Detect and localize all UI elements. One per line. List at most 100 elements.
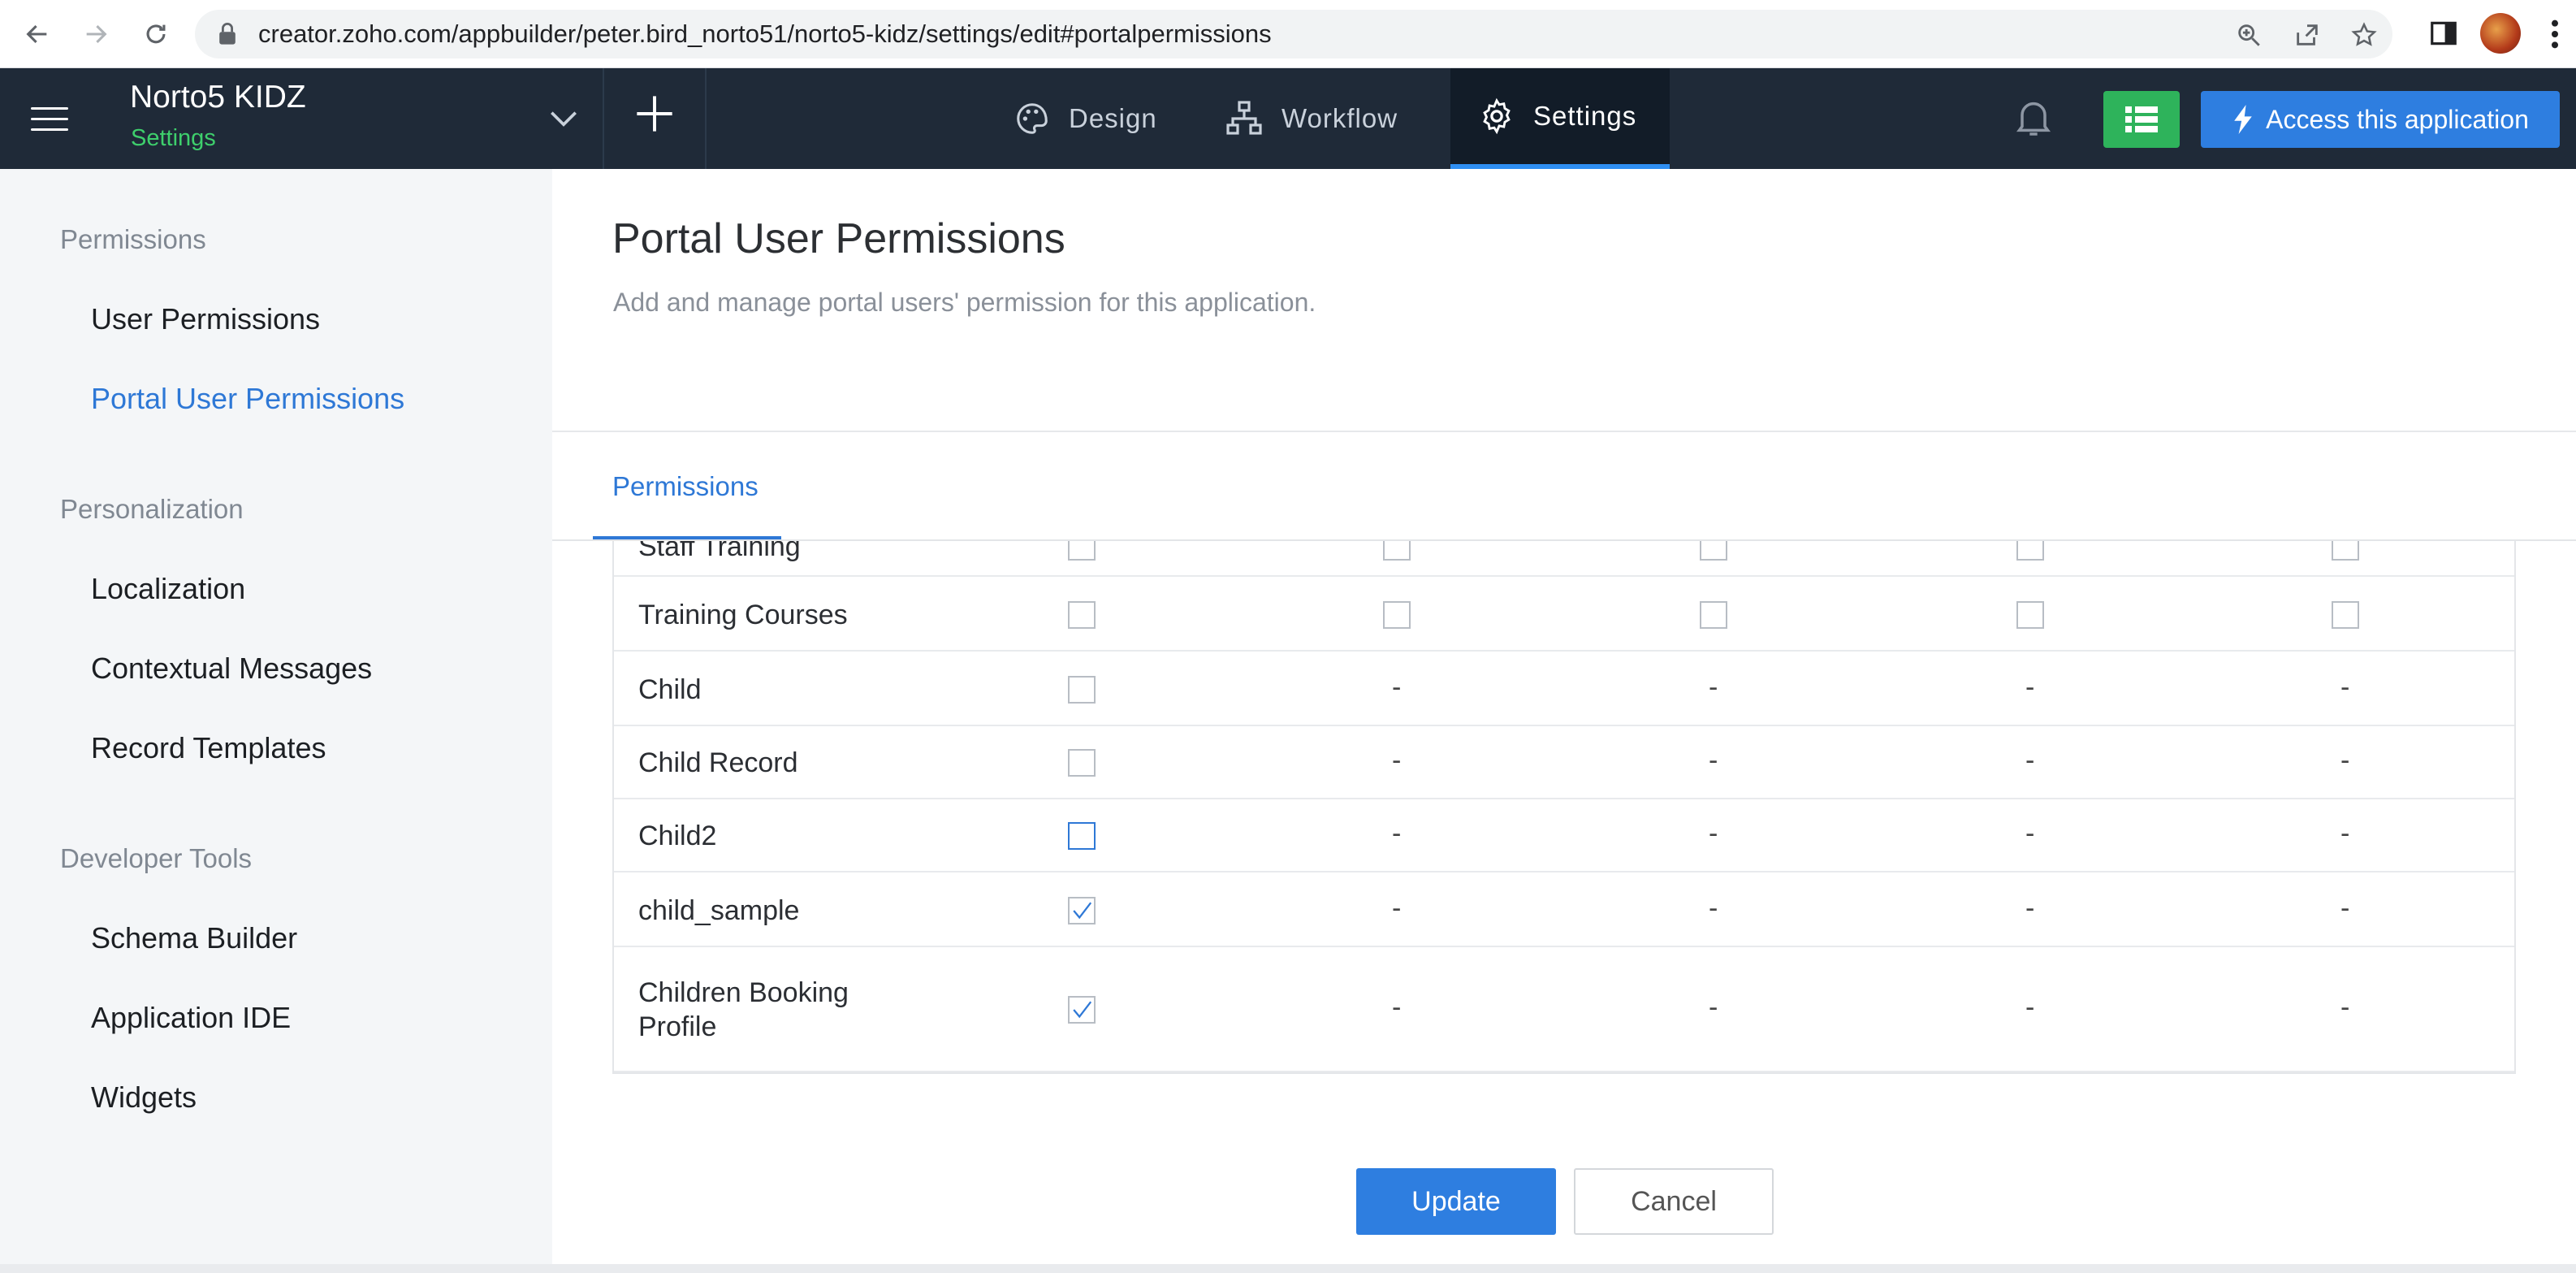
tab-permissions[interactable]: Permissions — [612, 471, 759, 502]
table-row: Child - - - - — [614, 653, 2514, 726]
permission-checkbox[interactable] — [1068, 541, 1096, 561]
sidebar-item-localization[interactable]: Localization — [91, 572, 245, 606]
not-applicable-dash: - — [1709, 818, 1718, 849]
not-applicable-dash: - — [2340, 672, 2350, 703]
url-text: creator.zoho.com/appbuilder/peter.bird_n… — [258, 19, 1272, 48]
not-applicable-dash: - — [1709, 992, 1718, 1023]
not-applicable-dash: - — [1392, 745, 1402, 776]
side-panel-icon[interactable] — [2428, 18, 2459, 49]
access-application-button[interactable]: Access this application — [2201, 91, 2560, 148]
permission-checkbox[interactable] — [1068, 749, 1096, 777]
page-description: Add and manage portal users' permission … — [613, 288, 1316, 317]
zoom-icon[interactable] — [2235, 21, 2263, 49]
settings-sidebar: Permissions User Permissions Portal User… — [0, 169, 552, 1273]
access-application-label: Access this application — [2266, 104, 2529, 134]
palette-icon — [1017, 103, 1048, 134]
list-icon — [2125, 106, 2158, 132]
sidebar-item-record-templates[interactable]: Record Templates — [91, 731, 326, 765]
table-row: Child Record - - - - — [614, 726, 2514, 799]
back-button[interactable] — [18, 15, 57, 54]
page-title: Portal User Permissions — [612, 215, 1065, 262]
sidebar-item-schema-builder[interactable]: Schema Builder — [91, 921, 297, 955]
address-bar[interactable]: creator.zoho.com/appbuilder/peter.bird_n… — [195, 10, 2392, 58]
hamburger-menu-icon[interactable] — [31, 107, 68, 132]
not-applicable-dash: - — [1709, 745, 1718, 776]
divider — [552, 431, 2576, 432]
row-label: Staff Training — [638, 541, 801, 562]
bookmark-star-icon[interactable] — [2350, 21, 2378, 49]
chevron-down-icon[interactable] — [546, 101, 581, 136]
row-label: Child2 — [638, 821, 717, 851]
not-applicable-dash: - — [2340, 818, 2350, 849]
permission-checkbox[interactable] — [2332, 601, 2359, 629]
app-header: Norto5 KIDZ Settings Design Workflow Set… — [0, 68, 2576, 169]
forward-button[interactable] — [76, 15, 115, 54]
not-applicable-dash: - — [1392, 672, 1402, 703]
tab-settings[interactable]: Settings — [1450, 68, 1670, 169]
permission-checkbox[interactable] — [2016, 541, 2044, 561]
table-row: Training Courses — [614, 578, 2514, 652]
row-label: Child — [638, 674, 702, 705]
bell-icon[interactable] — [2011, 94, 2056, 140]
not-applicable-dash: - — [2340, 992, 2350, 1023]
not-applicable-dash: - — [2025, 893, 2035, 924]
permission-checkbox[interactable] — [2016, 601, 2044, 629]
sidebar-section-personalization: Personalization — [60, 494, 244, 524]
sidebar-item-contextual-messages[interactable]: Contextual Messages — [91, 652, 372, 686]
header-divider — [603, 68, 604, 169]
reload-icon — [146, 24, 166, 44]
permission-checkbox[interactable] — [1068, 676, 1096, 704]
back-arrow-icon — [26, 24, 47, 44]
profile-avatar[interactable] — [2480, 13, 2521, 54]
forward-arrow-icon — [86, 24, 107, 44]
permission-checkbox[interactable] — [1068, 897, 1096, 924]
sidebar-item-portal-user-permissions[interactable]: Portal User Permissions — [91, 382, 404, 416]
tab-design[interactable]: Design — [1014, 68, 1157, 169]
permission-checkbox[interactable] — [1068, 822, 1096, 850]
not-applicable-dash: - — [1392, 893, 1402, 924]
not-applicable-dash: - — [2025, 992, 2035, 1023]
more-menu-icon[interactable] — [2547, 18, 2563, 50]
app-section: Settings — [131, 125, 216, 151]
sidebar-item-user-permissions[interactable]: User Permissions — [91, 302, 320, 336]
view-app-button[interactable] — [2103, 91, 2180, 148]
table-row: Children Booking Profile - - - - — [614, 947, 2514, 1072]
tab-workflow-label: Workflow — [1282, 103, 1398, 133]
permission-checkbox[interactable] — [1383, 541, 1411, 561]
permission-checkbox[interactable] — [1700, 541, 1727, 561]
permission-checkbox[interactable] — [2332, 541, 2359, 561]
permission-checkbox[interactable] — [1383, 601, 1411, 629]
tab-design-label: Design — [1069, 103, 1157, 133]
sidebar-item-widgets[interactable]: Widgets — [91, 1080, 197, 1115]
cancel-button[interactable]: Cancel — [1574, 1168, 1774, 1235]
gear-icon — [1483, 97, 1511, 135]
header-divider — [705, 68, 707, 169]
reload-button[interactable] — [136, 15, 175, 54]
row-label: child_sample — [638, 895, 800, 926]
lock-icon — [219, 23, 236, 45]
update-button[interactable]: Update — [1356, 1168, 1556, 1235]
not-applicable-dash: - — [1392, 818, 1402, 849]
row-label: Training Courses — [638, 600, 848, 630]
not-applicable-dash: - — [1392, 992, 1402, 1023]
permission-checkbox[interactable] — [1068, 996, 1096, 1024]
table-row: Child2 - - - - — [614, 799, 2514, 872]
browser-toolbar: creator.zoho.com/appbuilder/peter.bird_n… — [0, 0, 2576, 68]
row-label: Children Booking Profile — [638, 977, 849, 1042]
share-icon[interactable] — [2293, 21, 2321, 49]
lightning-icon — [2234, 105, 2252, 134]
tab-settings-label: Settings — [1533, 101, 1637, 131]
workflow-icon — [1226, 101, 1262, 135]
table-row: Staff Training — [614, 541, 2514, 577]
permission-checkbox[interactable] — [1700, 601, 1727, 629]
permissions-table: Staff Training Training Courses Child - - - - C… — [612, 541, 2516, 1074]
row-label: Child Record — [638, 747, 798, 778]
sidebar-item-application-ide[interactable]: Application IDE — [91, 1001, 291, 1035]
permission-checkbox[interactable] — [1068, 601, 1096, 629]
not-applicable-dash: - — [2340, 745, 2350, 776]
not-applicable-dash: - — [2025, 672, 2035, 703]
table-row: child_sample - - - - — [614, 874, 2514, 947]
plus-icon[interactable] — [633, 93, 676, 135]
tab-workflow[interactable]: Workflow — [1225, 68, 1398, 169]
main-content: Portal User Permissions Add and manage p… — [552, 169, 2576, 1273]
